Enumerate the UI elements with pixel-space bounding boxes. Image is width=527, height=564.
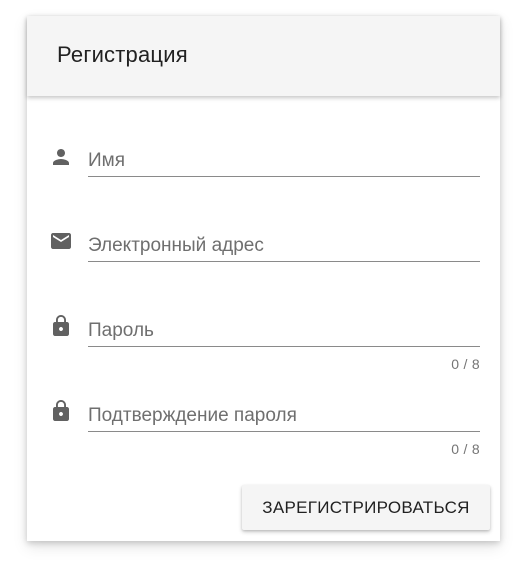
password-input[interactable] [88,316,480,347]
email-field [27,223,500,283]
lock-icon [49,399,73,423]
lock-icon [49,314,73,338]
person-icon [49,145,73,169]
password-confirm-input[interactable] [88,401,480,432]
password-confirm-char-counter: 0 / 8 [451,441,480,457]
register-button[interactable]: ЗАРЕГИСТРИРОВАТЬСЯ [242,485,490,530]
card-header: Регистрация [27,16,500,96]
name-input[interactable] [88,146,480,177]
registration-card: Регистрация 0 / 8 0 / 8 ЗАРЕГИСТРИРОВАТЬ… [27,16,500,541]
password-confirm-field: 0 / 8 [27,393,500,457]
name-field [27,138,500,198]
password-char-counter: 0 / 8 [451,356,480,372]
email-icon [49,229,73,253]
password-field: 0 / 8 [27,308,500,372]
page-title: Регистрация [57,42,188,67]
email-input[interactable] [88,231,480,262]
